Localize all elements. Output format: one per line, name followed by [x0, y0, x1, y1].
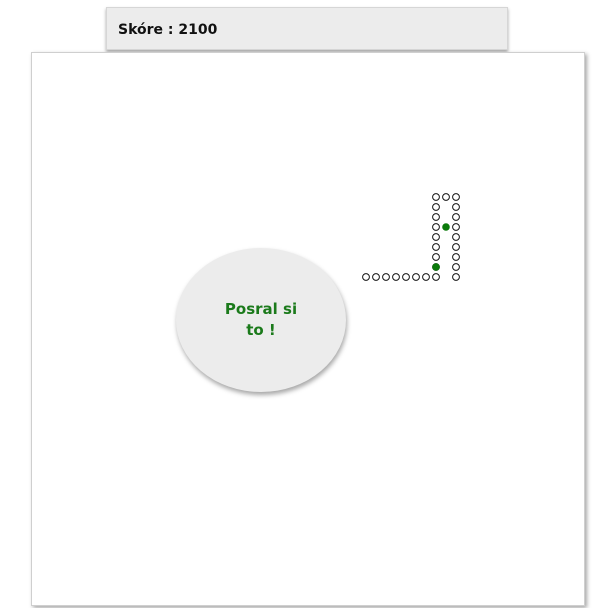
snake-segment — [452, 263, 460, 271]
snake-segment — [452, 213, 460, 221]
snake-segment — [432, 233, 440, 241]
snake-segment — [432, 213, 440, 221]
snake-segment — [432, 223, 440, 231]
game-board[interactable]: Posral si to ! — [31, 52, 585, 606]
snake-segment — [382, 273, 390, 281]
snake-segment — [432, 243, 440, 251]
snake-segment — [452, 193, 460, 201]
snake-segment — [452, 253, 460, 261]
score-bar: Skóre : 2100 — [106, 7, 508, 50]
food-dot — [442, 223, 450, 231]
snake-segment — [362, 273, 370, 281]
snake-segment — [422, 273, 430, 281]
game-over-message: Posral si to ! — [224, 300, 298, 339]
snake-segment — [452, 223, 460, 231]
snake-segment — [442, 193, 450, 201]
snake-segment — [452, 233, 460, 241]
score-label: Skóre : 2100 — [118, 22, 218, 38]
snake-segment — [432, 203, 440, 211]
game-over-bubble: Posral si to ! — [176, 248, 346, 392]
snake-segment — [392, 273, 400, 281]
snake-segment — [452, 243, 460, 251]
snake-segment — [432, 193, 440, 201]
snake-segment — [432, 253, 440, 261]
snake-segment — [452, 203, 460, 211]
snake-head — [452, 273, 460, 281]
snake-segment — [412, 273, 420, 281]
food-dot — [432, 263, 440, 271]
snake-segment — [372, 273, 380, 281]
snake-segment — [402, 273, 410, 281]
snake-segment — [432, 273, 440, 281]
